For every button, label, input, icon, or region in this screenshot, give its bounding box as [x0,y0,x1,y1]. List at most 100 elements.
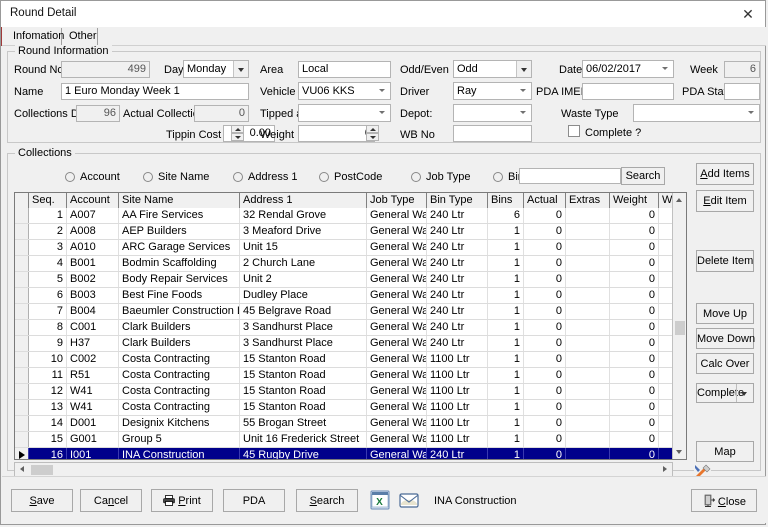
vehicle-combo[interactable]: VU06 KKS [298,82,391,100]
cell-bins[interactable]: 1 [488,336,524,351]
scroll-down-icon[interactable] [673,445,686,459]
grid-header-bins[interactable]: Bins [488,193,524,208]
cell-job_type[interactable]: General Wast [367,288,427,303]
stepper-down-icon[interactable] [231,133,244,141]
edit-item-button[interactable]: Edit Item [696,190,754,212]
cell-account[interactable]: B004 [67,304,119,319]
row-indicator[interactable] [15,336,29,351]
cell-weight[interactable]: 0 [610,256,659,271]
cell-seq[interactable]: 5 [29,272,67,287]
cell-address1[interactable]: Dudley Place [240,288,367,303]
email-icon[interactable] [398,489,420,511]
table-row[interactable]: 9 H37 Clark Builders 3 Sandhurst Place Gener… [15,336,686,352]
row-indicator[interactable] [15,272,29,287]
cell-weight[interactable]: 0 [610,320,659,335]
add-items-button[interactable]: Add Items [696,163,754,185]
cell-actual[interactable]: 0 [524,352,566,367]
cell-job_type[interactable]: General Wast [367,256,427,271]
depot-combo[interactable] [453,104,532,122]
row-indicator[interactable] [15,208,29,223]
cell-site_name[interactable]: Group 5 [119,432,240,447]
cell-bins[interactable]: 1 [488,432,524,447]
calc-over-button[interactable]: Calc Over [696,353,754,374]
table-row[interactable]: 14 D001 Designix Kitchens 55 Brogan Street G… [15,416,686,432]
row-indicator[interactable] [15,288,29,303]
table-row[interactable]: 16 I001 INA Construction 45 Rugby Drive Gene… [15,448,686,459]
table-row[interactable]: 12 W41 Costa Contracting 15 Stanton Road Gen… [15,384,686,400]
cell-site_name[interactable]: INA Construction [119,448,240,459]
pda-button[interactable]: PDA [223,489,285,512]
row-indicator[interactable] [15,320,29,335]
cell-weight[interactable]: 0 [610,368,659,383]
print-button[interactable]: Print [151,489,213,512]
cell-weight[interactable]: 0 [610,240,659,255]
cell-address1[interactable]: 55 Brogan Street [240,416,367,431]
cell-actual[interactable]: 0 [524,416,566,431]
grid-header-site_name[interactable]: Site Name [119,193,240,208]
collections-grid[interactable]: Seq. Account Site Name Address 1 Job Type Bin… [14,192,687,460]
cell-bin_type[interactable]: 240 Ltr [427,304,488,319]
cell-extras[interactable] [566,432,610,447]
save-button[interactable]: Save [11,489,73,512]
complete-split-label[interactable]: Complete [697,384,744,402]
cell-actual[interactable]: 0 [524,368,566,383]
chevron-down-icon[interactable] [375,105,390,121]
cell-extras[interactable] [566,352,610,367]
cell-job_type[interactable]: General Wast [367,240,427,255]
cell-account[interactable]: C002 [67,352,119,367]
stepper-up-icon[interactable] [231,125,244,133]
chevron-down-icon[interactable] [516,105,531,121]
scroll-left-icon[interactable] [15,463,29,476]
grid-header-account[interactable]: Account [67,193,119,208]
complete-split-button[interactable]: Complete [696,383,754,403]
cell-weight[interactable]: 0 [610,448,659,459]
cell-job_type[interactable]: General Wast [367,368,427,383]
cell-seq[interactable]: 9 [29,336,67,351]
cell-seq[interactable]: 10 [29,352,67,367]
cell-account[interactable]: B001 [67,256,119,271]
cell-address1[interactable]: Unit 16 Frederick Street [240,432,367,447]
grid-header-job_type[interactable]: Job Type [367,193,427,208]
row-indicator[interactable] [15,352,29,367]
table-row[interactable]: 5 B002 Body Repair Services Unit 2 General W… [15,272,686,288]
table-row[interactable]: 8 C001 Clark Builders 3 Sandhurst Place Gene… [15,320,686,336]
chevron-down-icon[interactable] [744,105,759,121]
cell-actual[interactable]: 0 [524,432,566,447]
grid-vertical-scrollbar[interactable] [672,193,686,459]
cell-actual[interactable]: 0 [524,384,566,399]
cell-actual[interactable]: 0 [524,288,566,303]
cell-bin_type[interactable]: 240 Ltr [427,224,488,239]
cell-bin_type[interactable]: 240 Ltr [427,272,488,287]
cell-seq[interactable]: 11 [29,368,67,383]
cancel-button[interactable]: Cancel [80,489,142,512]
cell-bins[interactable]: 1 [488,416,524,431]
cell-account[interactable]: A007 [67,208,119,223]
cell-weight[interactable]: 0 [610,304,659,319]
cell-extras[interactable] [566,304,610,319]
cell-actual[interactable]: 0 [524,304,566,319]
cell-address1[interactable]: 45 Rugby Drive [240,448,367,459]
cell-job_type[interactable]: General Wast [367,224,427,239]
cell-bins[interactable]: 1 [488,240,524,255]
name-field[interactable]: 1 Euro Monday Week 1 [61,83,249,100]
wb-no-field[interactable] [453,125,532,142]
cell-bins[interactable]: 1 [488,368,524,383]
cell-site_name[interactable]: Bodmin Scaffolding [119,256,240,271]
date-picker[interactable]: 06/02/2017 [582,60,674,78]
cell-job_type[interactable]: General Wast [367,304,427,319]
cell-bins[interactable]: 1 [488,448,524,459]
cell-actual[interactable]: 0 [524,240,566,255]
waste-type-combo[interactable] [633,104,760,122]
cell-job_type[interactable]: General Wast [367,208,427,223]
chevron-down-icon[interactable] [516,83,531,99]
row-indicator[interactable] [15,400,29,415]
close-button[interactable]: Close [691,489,757,512]
table-row[interactable]: 15 G001 Group 5 Unit 16 Frederick Street Gen… [15,432,686,448]
cell-extras[interactable] [566,384,610,399]
cell-actual[interactable]: 0 [524,256,566,271]
cell-account[interactable]: R51 [67,368,119,383]
table-row[interactable]: 10 C002 Costa Contracting 15 Stanton Road Ge… [15,352,686,368]
cell-extras[interactable] [566,368,610,383]
table-row[interactable]: 4 B001 Bodmin Scaffolding 2 Church Lane Gene… [15,256,686,272]
cell-job_type[interactable]: General Wast [367,432,427,447]
